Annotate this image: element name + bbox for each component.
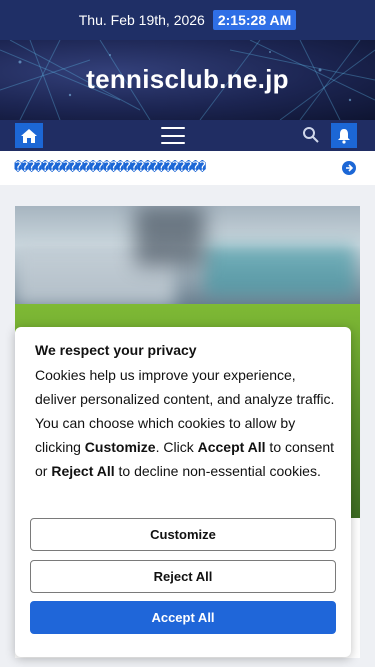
- cookie-consent-dialog: We respect your privacy Cookies help us …: [15, 327, 351, 657]
- cookie-description: Cookies help us improve your experience,…: [35, 367, 335, 479]
- ticker-text[interactable]: ����������������������������: [14, 160, 319, 176]
- current-date: Thu. Feb 19th, 2026: [78, 12, 205, 28]
- current-time: 2:15:28 AM: [212, 10, 297, 30]
- header-banner: tennisclub.ne.jp: [0, 40, 375, 120]
- customize-button[interactable]: Customize: [30, 518, 336, 551]
- search-button[interactable]: [302, 126, 320, 149]
- bell-icon: [338, 128, 350, 144]
- home-icon: [21, 128, 37, 143]
- arrow-right-circle-icon: [346, 164, 354, 172]
- search-icon: [303, 127, 319, 143]
- accept-all-button[interactable]: Accept All: [30, 601, 336, 634]
- cookie-title: We respect your privacy: [35, 342, 197, 358]
- hamburger-menu-icon[interactable]: [161, 127, 185, 144]
- news-ticker: ����������������������������: [0, 151, 375, 185]
- nav-bar: [0, 120, 375, 151]
- home-button[interactable]: [15, 123, 43, 148]
- notifications-button[interactable]: [331, 123, 357, 148]
- reject-all-button[interactable]: Reject All: [30, 560, 336, 593]
- date-bar: Thu. Feb 19th, 2026 2:15:28 AM: [0, 0, 375, 40]
- site-title[interactable]: tennisclub.ne.jp: [0, 64, 375, 95]
- ticker-next-button[interactable]: [342, 161, 356, 175]
